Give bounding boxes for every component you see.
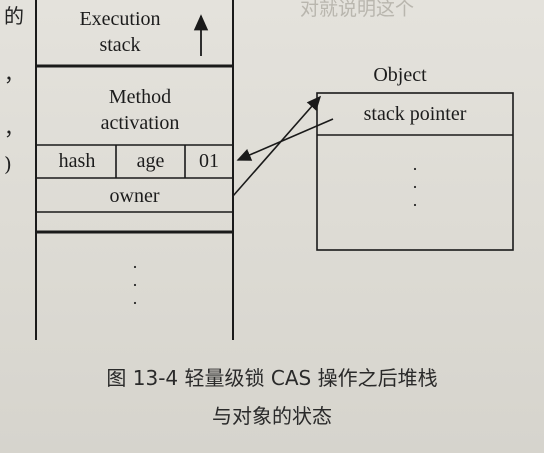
lock-bits-cell: 01 (199, 150, 219, 172)
owner-cell: owner (109, 185, 160, 207)
age-cell: age (136, 150, 165, 172)
pointer-to-object (232, 95, 322, 197)
object-ellipsis: · · · (412, 159, 418, 215)
figure-caption-line2: 与对象的状态 (212, 404, 332, 428)
execution-label-line1: Execution (79, 8, 161, 30)
object-title: Object (373, 64, 427, 86)
method-activation-label: Method activation (60, 84, 220, 136)
hash-cell: hash (58, 150, 96, 172)
book-page: 对就说明这个 的 ， ， ) Execution stack Method ac… (0, 0, 544, 453)
execution-stack-label: Execution stack (60, 6, 180, 58)
method-label-line1: Method (108, 86, 172, 108)
method-label-line2: activation (100, 112, 180, 134)
figure-caption-line1: 图 13-4 轻量级锁 CAS 操作之后堆栈 (106, 366, 438, 390)
stack-pointer-label: stack pointer (363, 103, 467, 125)
stack-ellipsis: · · · (132, 257, 138, 313)
execution-label-line2: stack (99, 34, 141, 56)
